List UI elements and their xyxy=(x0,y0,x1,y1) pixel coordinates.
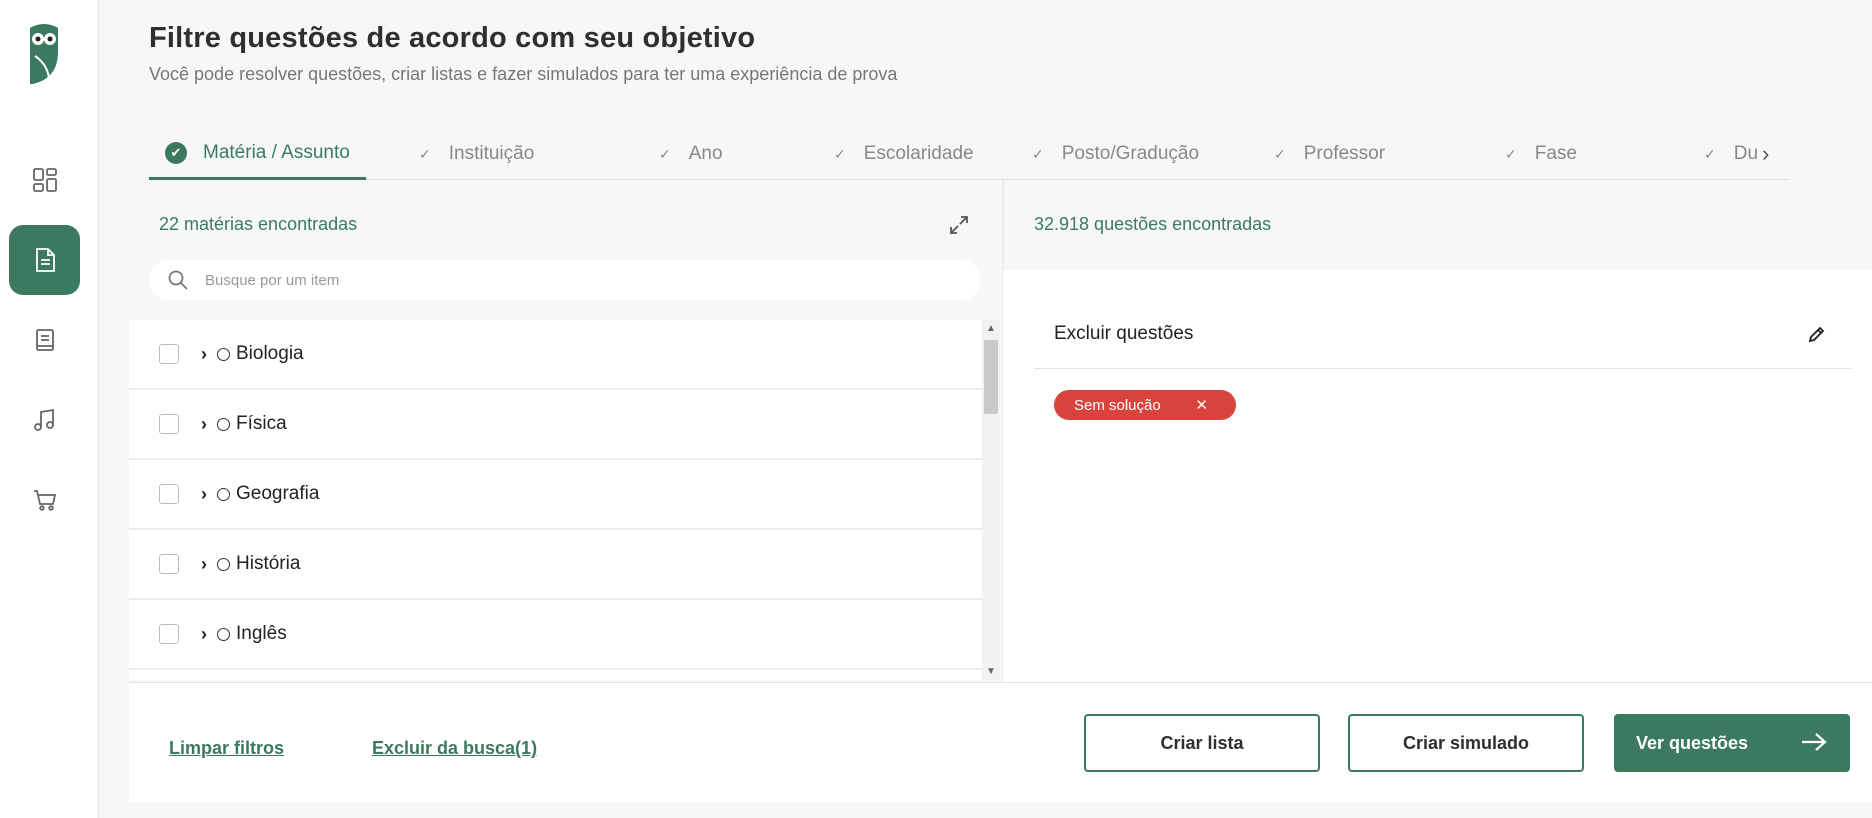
checkbox[interactable] xyxy=(159,624,179,644)
search-box xyxy=(149,260,981,300)
checkbox[interactable] xyxy=(159,484,179,504)
tab-fase[interactable]: ✓ Fase xyxy=(1505,128,1577,180)
search-icon xyxy=(168,270,188,290)
tab-label: Ano xyxy=(688,143,723,164)
tab-label: Matéria / Assunto xyxy=(203,141,350,163)
tab-materia-assunto[interactable]: ✔ Matéria / Assunto xyxy=(149,128,366,180)
check-icon: ✓ xyxy=(1032,145,1044,162)
check-circle-icon: ✔ xyxy=(165,141,187,164)
tab-label: Instituição xyxy=(448,143,535,164)
list-item[interactable]: › Física xyxy=(129,390,982,460)
filter-tabs: ✔ Matéria / Assunto ✓ Instituição ✓ Ano … xyxy=(149,128,1789,180)
list-item-label: Biologia xyxy=(236,343,304,364)
tab-ano[interactable]: ✓ Ano xyxy=(659,128,723,180)
search-input[interactable] xyxy=(205,271,965,289)
owl-logo-icon[interactable] xyxy=(27,22,61,86)
tab-label: Posto/Gradução xyxy=(1061,143,1200,164)
circle-icon xyxy=(217,487,230,501)
sidebar-item-dashboard[interactable] xyxy=(9,145,80,215)
list-item-label: Inglês xyxy=(236,623,287,644)
create-list-button[interactable]: Criar lista xyxy=(1084,714,1320,772)
music-icon xyxy=(33,408,54,431)
checkbox[interactable] xyxy=(159,554,179,574)
tab-posto-graducao[interactable]: ✓ Posto/Gradução xyxy=(1032,128,1199,180)
close-icon[interactable]: ✕ xyxy=(1195,396,1208,414)
tab-professor[interactable]: ✓ Professor xyxy=(1274,128,1385,180)
checkbox[interactable] xyxy=(159,344,179,364)
circle-icon xyxy=(217,557,230,571)
expand-icon[interactable] xyxy=(948,214,970,236)
scroll-down-icon[interactable]: ▼ xyxy=(986,666,996,677)
tab-label: Du xyxy=(1733,143,1759,164)
tab-du[interactable]: ✓ Du xyxy=(1704,128,1758,180)
sidebar-item-loja[interactable] xyxy=(9,465,80,535)
circle-icon xyxy=(217,417,230,431)
dashboard-icon xyxy=(32,168,57,192)
filter-chip: Sem solução ✕ xyxy=(1054,390,1236,420)
sidebar-item-questoes[interactable] xyxy=(9,225,80,295)
check-icon: ✓ xyxy=(419,145,431,162)
scrollbar-thumb[interactable] xyxy=(984,340,998,414)
tabs-next-chevron-icon[interactable]: › xyxy=(1762,128,1769,180)
see-questions-button[interactable]: Ver questões xyxy=(1614,714,1850,772)
tab-instituicao[interactable]: ✓ Instituição xyxy=(419,128,534,180)
check-icon: ✓ xyxy=(1704,145,1716,162)
cart-icon xyxy=(33,490,56,511)
list-scrollbar[interactable]: ▲ ▼ xyxy=(982,320,1000,680)
divider xyxy=(1034,368,1852,369)
chevron-right-icon[interactable]: › xyxy=(201,414,207,435)
tab-label: Professor xyxy=(1303,143,1386,164)
filter-chip-label: Sem solução xyxy=(1074,396,1161,414)
check-icon: ✓ xyxy=(1274,145,1286,162)
chevron-right-icon[interactable]: › xyxy=(201,484,207,505)
list-item[interactable]: › História xyxy=(129,530,982,600)
book-icon xyxy=(35,329,54,351)
subjects-count: 22 matérias encontradas xyxy=(159,214,358,234)
see-questions-label: Ver questões xyxy=(1636,732,1749,753)
list-item[interactable]: › Inglês xyxy=(129,600,982,670)
chevron-right-icon[interactable]: › xyxy=(201,624,207,645)
document-icon xyxy=(35,248,55,272)
check-icon: ✓ xyxy=(659,145,671,162)
pencil-icon[interactable] xyxy=(1807,324,1827,344)
list-item-label: Física xyxy=(236,413,287,434)
subject-list: › Biologia › Física › Geografia › Histór… xyxy=(129,320,982,680)
sidebar-item-cadernos[interactable] xyxy=(9,305,80,375)
circle-icon xyxy=(217,347,230,361)
clear-filters-link[interactable]: Limpar filtros xyxy=(169,738,284,759)
page-subtitle: Você pode resolver questões, criar lista… xyxy=(149,64,898,84)
page-title: Filtre questões de acordo com seu objeti… xyxy=(149,22,756,54)
sidebar-item-musica[interactable] xyxy=(9,385,80,455)
list-item-label: História xyxy=(236,553,301,574)
questions-count: 32.918 questões encontradas xyxy=(1034,214,1272,234)
tab-label: Fase xyxy=(1534,143,1577,164)
check-icon: ✓ xyxy=(1505,145,1517,162)
list-item[interactable]: › Geografia xyxy=(129,460,982,530)
circle-icon xyxy=(217,627,230,641)
list-item[interactable]: › Biologia xyxy=(129,320,982,390)
exclude-search-link[interactable]: Excluir da busca(1) xyxy=(372,738,537,759)
tab-escolaridade[interactable]: ✓ Escolaridade xyxy=(834,128,974,180)
checkbox[interactable] xyxy=(159,414,179,434)
check-icon: ✓ xyxy=(834,145,846,162)
exclude-section-title: Excluir questões xyxy=(1054,323,1194,344)
scroll-up-icon[interactable]: ▲ xyxy=(986,323,996,334)
chevron-right-icon[interactable]: › xyxy=(201,554,207,575)
chevron-right-icon[interactable]: › xyxy=(201,344,207,365)
sidebar xyxy=(0,0,99,818)
create-simulation-button[interactable]: Criar simulado xyxy=(1348,714,1584,772)
arrow-right-icon xyxy=(1802,733,1827,751)
list-item-label: Geografia xyxy=(236,483,320,504)
tab-label: Escolaridade xyxy=(863,143,974,164)
